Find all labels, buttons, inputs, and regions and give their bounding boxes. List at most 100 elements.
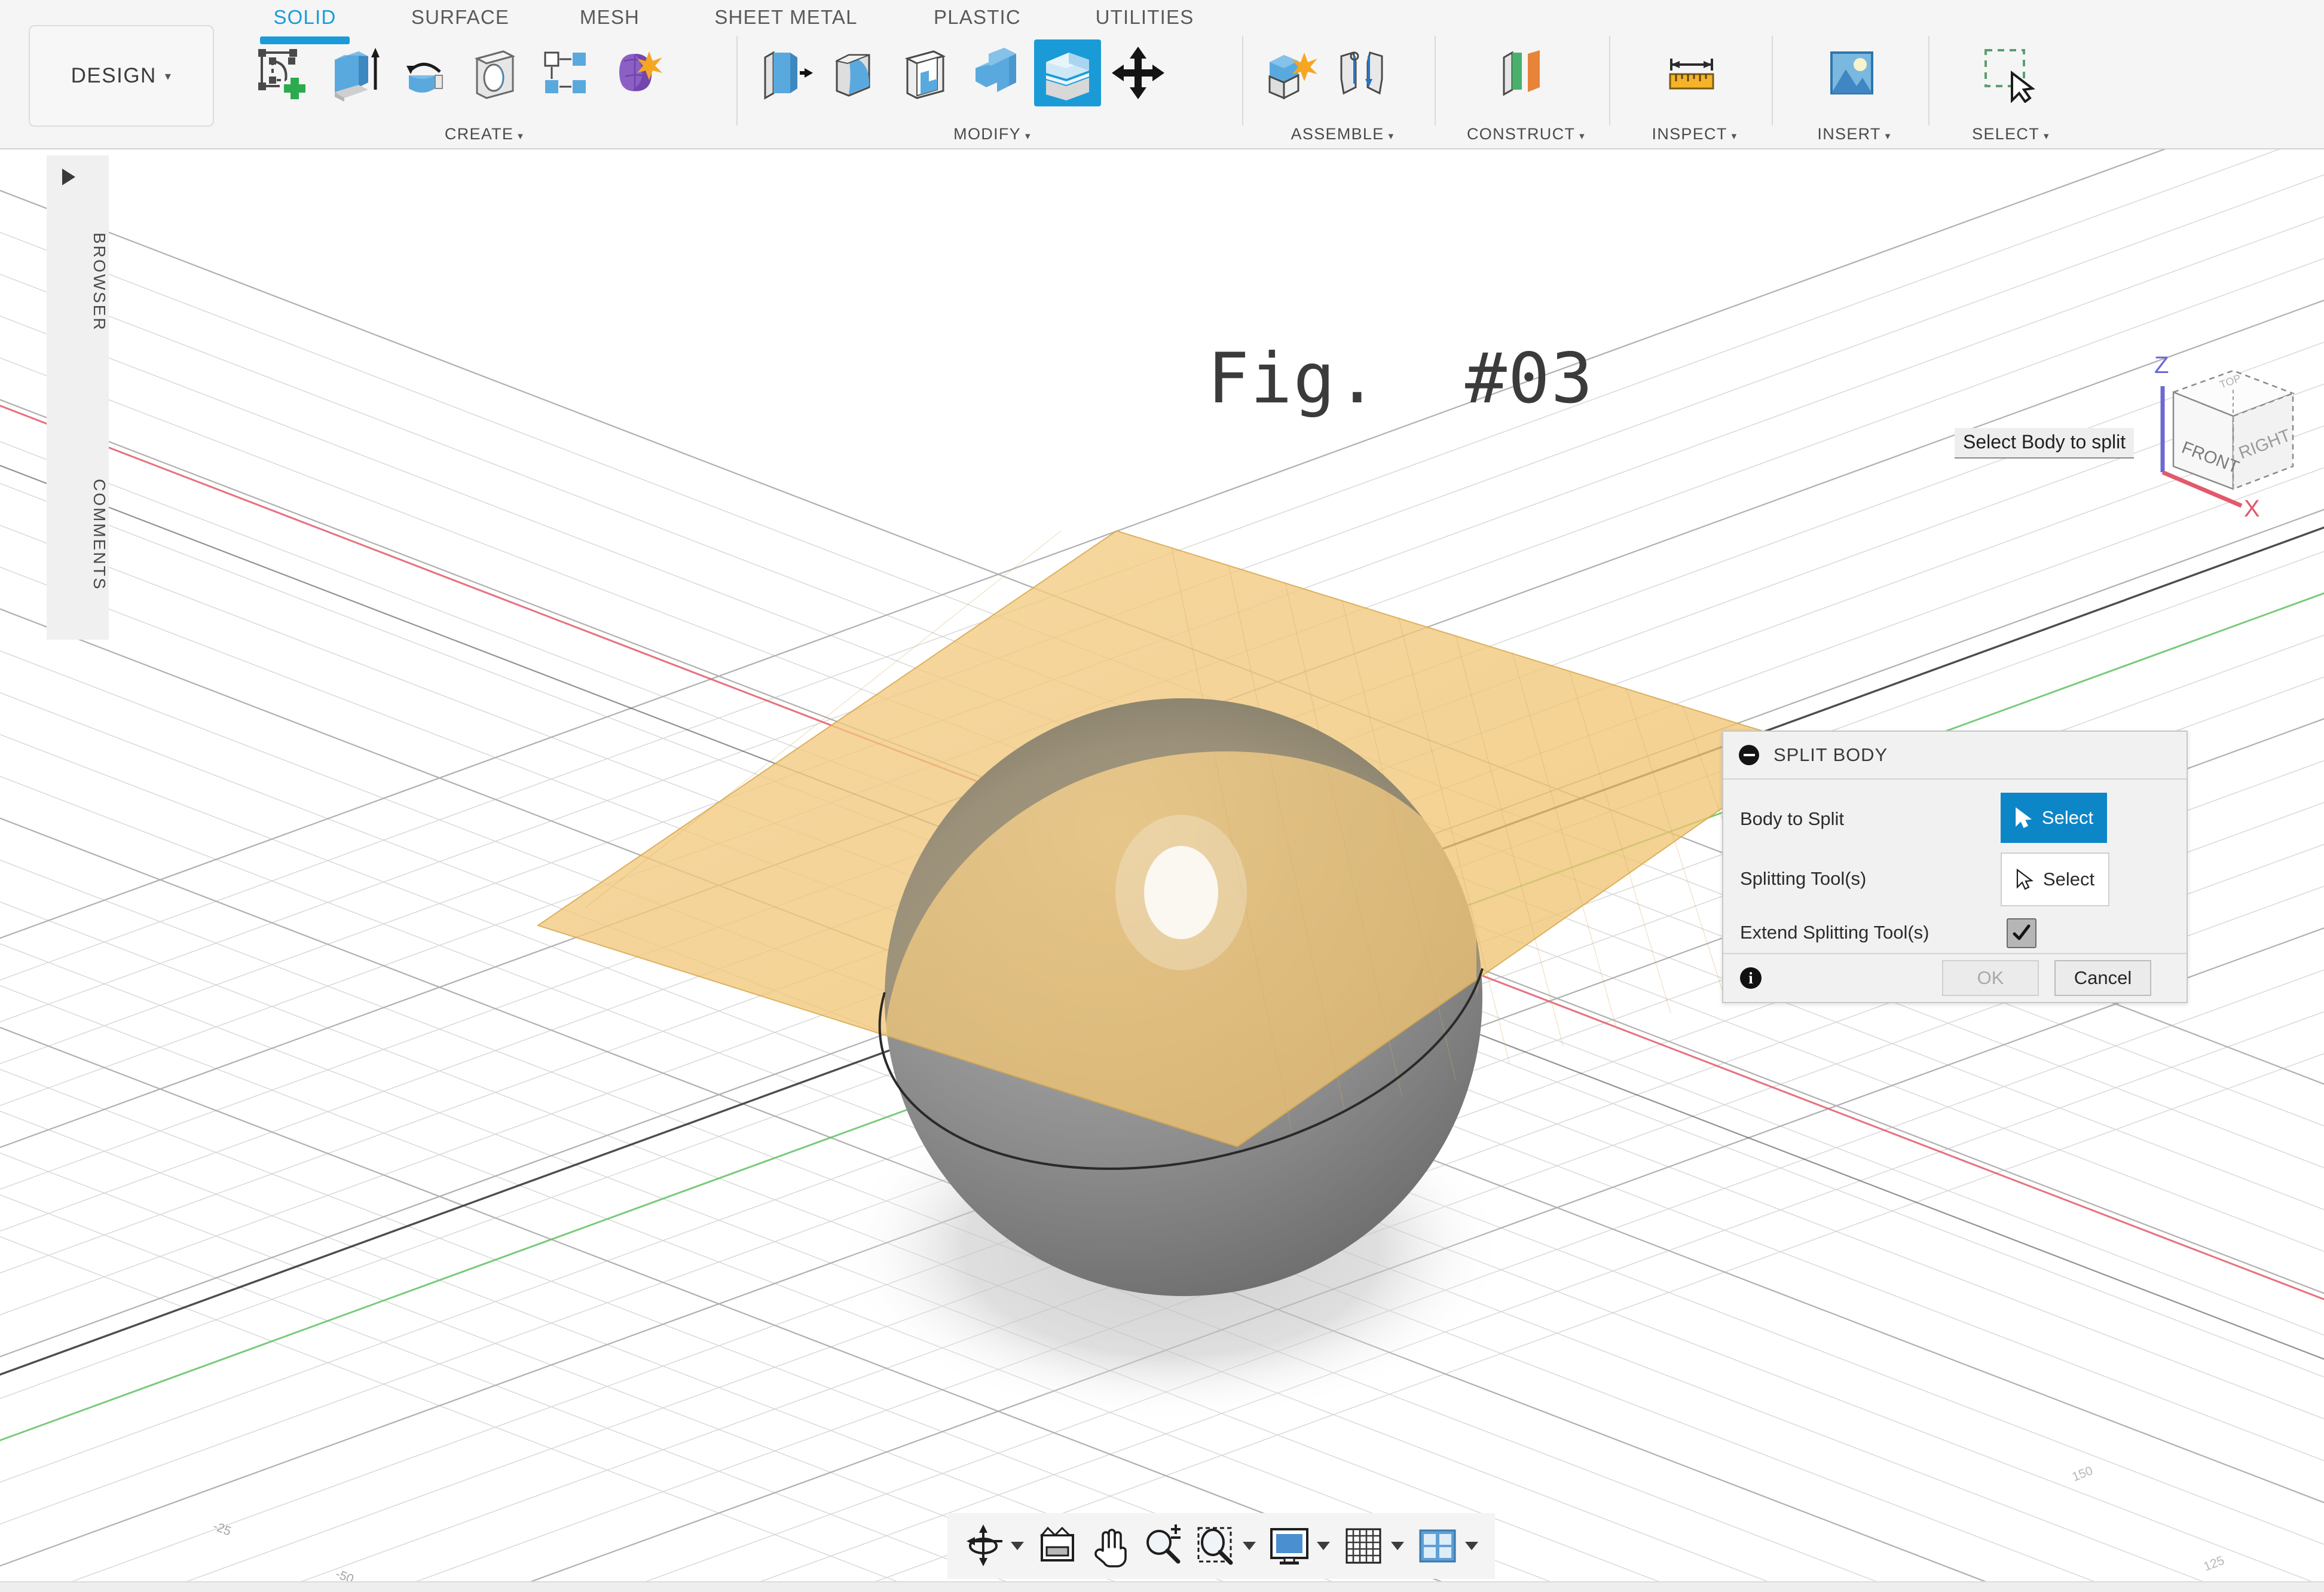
extend-splitting-tools-checkbox[interactable]	[2007, 918, 2036, 948]
splitting-tools-select-button[interactable]: Select	[2001, 852, 2109, 906]
display-settings-icon[interactable]	[1264, 1521, 1314, 1571]
move-copy-icon[interactable]	[1105, 39, 1172, 106]
select-window-icon[interactable]	[1974, 39, 2041, 106]
zoom-window-dropdown-caret[interactable]	[1243, 1542, 1256, 1550]
chevron-down-icon: ▾	[165, 69, 172, 84]
grid-snaps-icon[interactable]	[1338, 1521, 1389, 1571]
label-body-to-split: Body to Split	[1740, 808, 1844, 830]
display-settings-dropdown-caret[interactable]	[1317, 1542, 1330, 1550]
panel-assemble: ASSEMBLE▾	[1253, 33, 1432, 141]
label-extend-splitting-tools: Extend Splitting Tool(s)	[1740, 922, 1929, 943]
grid-snaps-dropdown-caret[interactable]	[1391, 1542, 1404, 1550]
cursor-arrow-icon	[2016, 869, 2034, 890]
chevron-down-icon: ▾	[1025, 130, 1031, 142]
chevron-down-icon: ▾	[1389, 130, 1395, 142]
axis-x-label: X	[2244, 496, 2260, 519]
view-cube[interactable]: Z X FRONT RIGHT TOP	[2116, 340, 2313, 519]
command-prompt-tooltip: Select Body to split	[1955, 428, 2134, 459]
cancel-button[interactable]: Cancel	[2054, 960, 2151, 996]
dialog-footer: i OK Cancel	[1723, 953, 2187, 1002]
split-body-icon[interactable]	[1034, 39, 1101, 106]
orbit-dropdown-caret[interactable]	[1011, 1542, 1024, 1550]
status-bar	[0, 1581, 2324, 1592]
tab-plastic[interactable]: PLASTIC	[909, 6, 1046, 29]
tab-mesh-label: MESH	[580, 6, 640, 28]
ribbon-toolbar: DESIGN ▾ SOLID SURFACE MESH SHEET METAL …	[0, 0, 2324, 149]
shell-icon[interactable]	[893, 39, 960, 106]
split-body-dialog[interactable]: SPLIT BODY Body to Split Select Splittin…	[1722, 731, 2188, 1003]
panel-construct: CONSTRUCT▾	[1445, 33, 1607, 141]
svg-text:125: 125	[2202, 1554, 2227, 1574]
axis-z-label: Z	[2154, 352, 2169, 378]
dialog-header: SPLIT BODY	[1723, 732, 2187, 780]
sidebar-item-browser[interactable]: BROWSER	[47, 192, 109, 372]
figure-title: Fig. #03	[1207, 338, 1594, 419]
collapse-icon[interactable]	[1739, 745, 1759, 765]
sphere-highlight-halo	[1115, 815, 1247, 970]
svg-text:-25: -25	[211, 1519, 233, 1538]
sculpt-form-icon[interactable]	[603, 39, 669, 106]
panel-insert: INSERT▾	[1782, 33, 1926, 141]
ok-button[interactable]: OK	[1942, 960, 2039, 996]
ruler-ticks-right: 75 100 125 150	[2011, 1464, 2227, 1592]
hole-icon[interactable]	[461, 39, 528, 106]
chevron-down-icon: ▾	[2044, 130, 2050, 142]
create-sketch-icon[interactable]	[250, 39, 317, 106]
panel-modify-label[interactable]: MODIFY▾	[747, 125, 1237, 143]
tab-utilities[interactable]: UTILITIES	[1070, 6, 1219, 29]
tab-plastic-label: PLASTIC	[934, 6, 1021, 28]
body-to-split-select-button[interactable]: Select	[2001, 793, 2107, 843]
press-pull-icon[interactable]	[752, 39, 819, 106]
panel-construct-label[interactable]: CONSTRUCT▾	[1445, 125, 1607, 143]
panel-insert-label[interactable]: INSERT▾	[1782, 125, 1926, 143]
sidebar-item-comments[interactable]: COMMENTS	[47, 436, 109, 634]
insert-canvas-icon[interactable]	[1818, 39, 1885, 106]
tab-sheet-metal[interactable]: SHEET METAL	[687, 6, 885, 29]
viewports-dropdown-caret[interactable]	[1465, 1542, 1478, 1550]
new-component-icon[interactable]	[1258, 39, 1325, 106]
pan-icon[interactable]	[1085, 1521, 1135, 1571]
expand-arrow-icon[interactable]	[62, 169, 75, 185]
orbit-icon[interactable]	[958, 1521, 1008, 1571]
look-at-icon[interactable]	[1032, 1521, 1083, 1571]
navigation-bar	[947, 1513, 1495, 1579]
panel-create: CREATE▾	[245, 33, 723, 141]
cursor-arrow-icon	[2014, 807, 2032, 829]
dialog-title: SPLIT BODY	[1773, 744, 1888, 766]
tab-solid[interactable]: SOLID	[257, 6, 353, 29]
panel-create-label[interactable]: CREATE▾	[245, 125, 723, 143]
tab-utilities-label: UTILITIES	[1096, 6, 1194, 28]
extrude-icon[interactable]	[320, 39, 387, 106]
viewports-icon[interactable]	[1412, 1521, 1463, 1571]
panel-modify: MODIFY▾	[747, 33, 1237, 141]
pattern-icon[interactable]	[532, 39, 599, 106]
body-to-split-select-label: Select	[2042, 807, 2093, 829]
combine-icon[interactable]	[964, 39, 1030, 106]
zoom-window-icon[interactable]	[1190, 1521, 1240, 1571]
joint-icon[interactable]	[1328, 39, 1395, 106]
splitting-tools-select-label: Select	[2043, 869, 2094, 890]
panel-assemble-label[interactable]: ASSEMBLE▾	[1253, 125, 1432, 143]
check-icon	[2011, 923, 2032, 943]
panel-inspect-label[interactable]: INSPECT▾	[1620, 125, 1769, 143]
zoom-icon[interactable]	[1137, 1521, 1188, 1571]
tab-sheet-metal-label: SHEET METAL	[714, 6, 857, 28]
fillet-icon[interactable]	[822, 39, 889, 106]
design-workspace-label: DESIGN	[71, 64, 157, 88]
offset-plane-icon[interactable]	[1488, 39, 1555, 106]
chevron-down-icon: ▾	[1732, 130, 1738, 142]
panel-select: SELECT▾	[1939, 33, 2083, 141]
dialog-body: Body to Split Select Splitting Tool(s) S…	[1723, 780, 2187, 954]
measure-icon[interactable]	[1658, 39, 1725, 106]
chevron-down-icon: ▾	[1885, 130, 1891, 142]
revolve-icon[interactable]	[391, 39, 458, 106]
tab-surface[interactable]: SURFACE	[395, 6, 526, 29]
label-splitting-tools: Splitting Tool(s)	[1740, 868, 1866, 890]
left-panel-rail: BROWSER COMMENTS	[47, 155, 109, 640]
panel-select-label[interactable]: SELECT▾	[1939, 125, 2083, 143]
tab-mesh[interactable]: MESH	[556, 6, 663, 29]
info-icon[interactable]: i	[1740, 967, 1762, 989]
svg-text:150: 150	[2071, 1464, 2095, 1484]
chevron-down-icon: ▾	[518, 130, 524, 142]
chevron-down-icon: ▾	[1579, 130, 1585, 142]
